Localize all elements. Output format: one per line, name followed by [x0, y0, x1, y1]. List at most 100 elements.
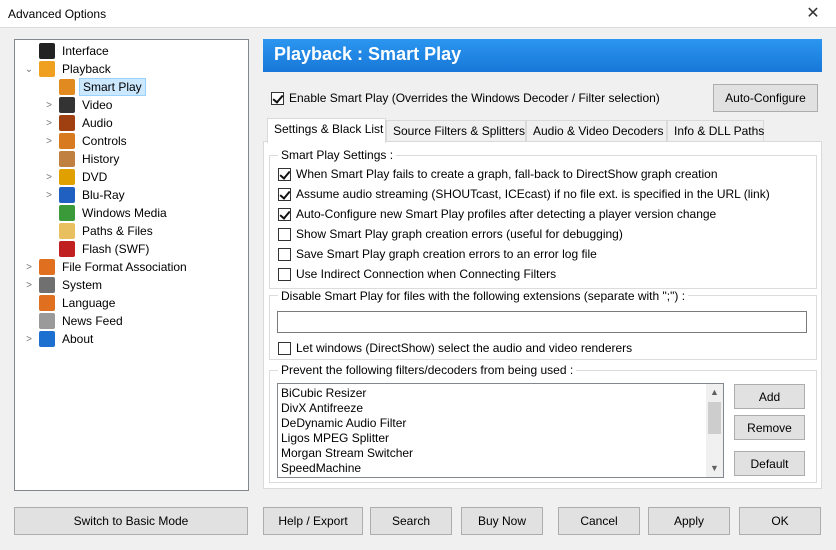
smart-play-option-checkbox[interactable]	[278, 187, 291, 201]
smart-play-option-checkbox[interactable]	[278, 267, 291, 281]
tree-item-controls[interactable]: > Controls	[43, 132, 130, 150]
auto-configure-button[interactable]: Auto-Configure	[713, 84, 818, 112]
help-export-button[interactable]: Help / Export	[263, 507, 363, 535]
renderers-checkbox-row[interactable]: Let windows (DirectShow) select the audi…	[278, 341, 632, 355]
smart-play-option-row[interactable]: Assume audio streaming (SHOUTcast, ICEca…	[278, 187, 770, 201]
tree-item-label: DVD	[82, 170, 108, 184]
tree-item-label: Blu-Ray	[82, 188, 125, 202]
tree-item-paths-files[interactable]: Paths & Files	[43, 222, 156, 240]
smart-play-option-row[interactable]: Auto-Configure new Smart Play profiles a…	[278, 207, 716, 221]
filter-list-item[interactable]: SpeedMachine	[278, 461, 723, 476]
tree-item-label: Playback	[62, 62, 111, 76]
tree-expander-icon[interactable]: >	[23, 334, 35, 345]
tree-expander-icon[interactable]: >	[43, 190, 55, 201]
smart-play-option-row[interactable]: Show Smart Play graph creation errors (u…	[278, 227, 623, 241]
tree-expander-icon[interactable]: >	[43, 136, 55, 147]
apply-button[interactable]: Apply	[648, 507, 730, 535]
enable-smart-play-checkbox-row[interactable]: Enable Smart Play (Overrides the Windows…	[271, 91, 660, 105]
tree-expander-icon[interactable]: >	[23, 280, 35, 291]
tree-expander-icon[interactable]: >	[23, 262, 35, 273]
file-format-icon	[39, 259, 55, 275]
enable-smart-play-checkbox[interactable]	[271, 91, 284, 105]
tree-item-audio[interactable]: > Audio	[43, 114, 116, 132]
options-tree[interactable]: Interface ⌄ Playback Smart Play > Video > Audio…	[14, 39, 249, 491]
tree-item-interface[interactable]: Interface	[23, 42, 112, 60]
switch-basic-mode-button[interactable]: Switch to Basic Mode	[14, 507, 248, 535]
smart-play-option-checkbox[interactable]	[278, 207, 291, 221]
tree-item-label: Video	[82, 98, 113, 112]
tree-expander-icon[interactable]: >	[43, 118, 55, 129]
tree-item-label: Interface	[62, 44, 109, 58]
ok-button[interactable]: OK	[739, 507, 821, 535]
smart-play-option-label: Show Smart Play graph creation errors (u…	[296, 227, 623, 241]
scroll-up-icon[interactable]: ▲	[706, 384, 723, 401]
filters-listbox[interactable]: BiCubic Resizer DivX Antifreeze DeDynamic …	[277, 383, 724, 478]
tab-audio-video-decoders[interactable]: Audio & Video Decoders	[526, 120, 667, 142]
controls-icon	[59, 133, 75, 149]
filters-scrollbar[interactable]: ▲ ▼	[706, 384, 723, 477]
tree-item-file-format-association[interactable]: > File Format Association	[23, 258, 190, 276]
tree-item-label: About	[62, 332, 94, 346]
tree-item-news-feed[interactable]: News Feed	[23, 312, 126, 330]
close-icon[interactable]: ✕	[790, 0, 836, 28]
smart-play-settings-label: Smart Play Settings :	[278, 148, 397, 162]
video-icon	[59, 97, 75, 113]
tree-item-flash-swf[interactable]: Flash (SWF)	[43, 240, 152, 258]
system-gear-icon	[39, 277, 55, 293]
smart-play-option-label: Auto-Configure new Smart Play profiles a…	[296, 207, 717, 221]
smart-play-option-row[interactable]: Use Indirect Connection when Connecting …	[278, 267, 556, 281]
extensions-input[interactable]	[277, 311, 807, 333]
enable-smart-play-label: Enable Smart Play (Overrides the Windows…	[289, 91, 660, 105]
tree-item-smart-play[interactable]: Smart Play	[43, 78, 146, 96]
language-icon	[39, 295, 55, 311]
renderers-label: Let windows (DirectShow) select the audi…	[296, 341, 633, 355]
filter-list-item[interactable]: DeDynamic Audio Filter	[278, 416, 723, 431]
news-icon	[39, 313, 55, 329]
filter-list-item[interactable]: DivX Antifreeze	[278, 401, 723, 416]
renderers-checkbox[interactable]	[278, 341, 291, 355]
filter-list-item[interactable]: BiCubic Resizer	[278, 386, 723, 401]
smart-play-option-checkbox[interactable]	[278, 167, 291, 181]
smart-play-option-label: When Smart Play fails to create a graph,…	[296, 167, 718, 181]
tab-settings-black-list[interactable]: Settings & Black List	[267, 118, 386, 143]
smart-play-icon	[59, 79, 75, 95]
tree-item-about[interactable]: > About	[23, 330, 96, 348]
smart-play-option-checkbox[interactable]	[278, 247, 291, 261]
smart-play-option-row[interactable]: Save Smart Play graph creation errors to…	[278, 247, 597, 261]
tree-item-history[interactable]: History	[43, 150, 122, 168]
tree-expander-icon[interactable]: ⌄	[23, 64, 35, 75]
tree-item-label: Language	[62, 296, 116, 310]
tree-item-playback[interactable]: ⌄ Playback	[23, 60, 114, 78]
extensions-label: Disable Smart Play for files with the fo…	[278, 289, 689, 303]
tab-source-filters[interactable]: Source Filters & Splitters	[386, 120, 526, 142]
buy-now-button[interactable]: Buy Now	[461, 507, 543, 535]
filter-list-item[interactable]: Ligos MPEG Splitter	[278, 431, 723, 446]
tree-item-windows-media[interactable]: Windows Media	[43, 204, 170, 222]
tree-item-language[interactable]: Language	[23, 294, 118, 312]
remove-filter-button[interactable]: Remove	[734, 415, 805, 440]
filter-list-item[interactable]: Morgan Stream Switcher	[278, 446, 723, 461]
smart-play-option-label: Use Indirect Connection when Connecting …	[296, 267, 557, 281]
dvd-icon	[59, 169, 75, 185]
tree-item-label: Flash (SWF)	[82, 242, 150, 256]
tree-expander-icon[interactable]: >	[43, 172, 55, 183]
tree-item-blu-ray[interactable]: > Blu-Ray	[43, 186, 128, 204]
smart-play-option-checkbox[interactable]	[278, 227, 291, 241]
tab-info-dll-paths[interactable]: Info & DLL Paths	[667, 120, 764, 142]
tab-panel: Smart Play Settings : When Smart Play fa…	[263, 141, 822, 489]
tree-item-system[interactable]: > System	[23, 276, 105, 294]
smart-play-option-row[interactable]: When Smart Play fails to create a graph,…	[278, 167, 718, 181]
scroll-thumb[interactable]	[708, 402, 721, 434]
add-filter-button[interactable]: Add	[734, 384, 805, 409]
search-button[interactable]: Search	[370, 507, 452, 535]
smart-play-option-label: Assume audio streaming (SHOUTcast, ICEca…	[296, 187, 770, 201]
tree-item-dvd[interactable]: > DVD	[43, 168, 110, 186]
playback-icon	[39, 61, 55, 77]
tree-item-video[interactable]: > Video	[43, 96, 115, 114]
cancel-button[interactable]: Cancel	[558, 507, 640, 535]
page-title: Playback : Smart Play	[263, 39, 822, 72]
default-filters-button[interactable]: Default	[734, 451, 805, 476]
tree-expander-icon[interactable]: >	[43, 100, 55, 111]
tree-item-label: History	[82, 152, 120, 166]
scroll-down-icon[interactable]: ▼	[706, 460, 723, 477]
